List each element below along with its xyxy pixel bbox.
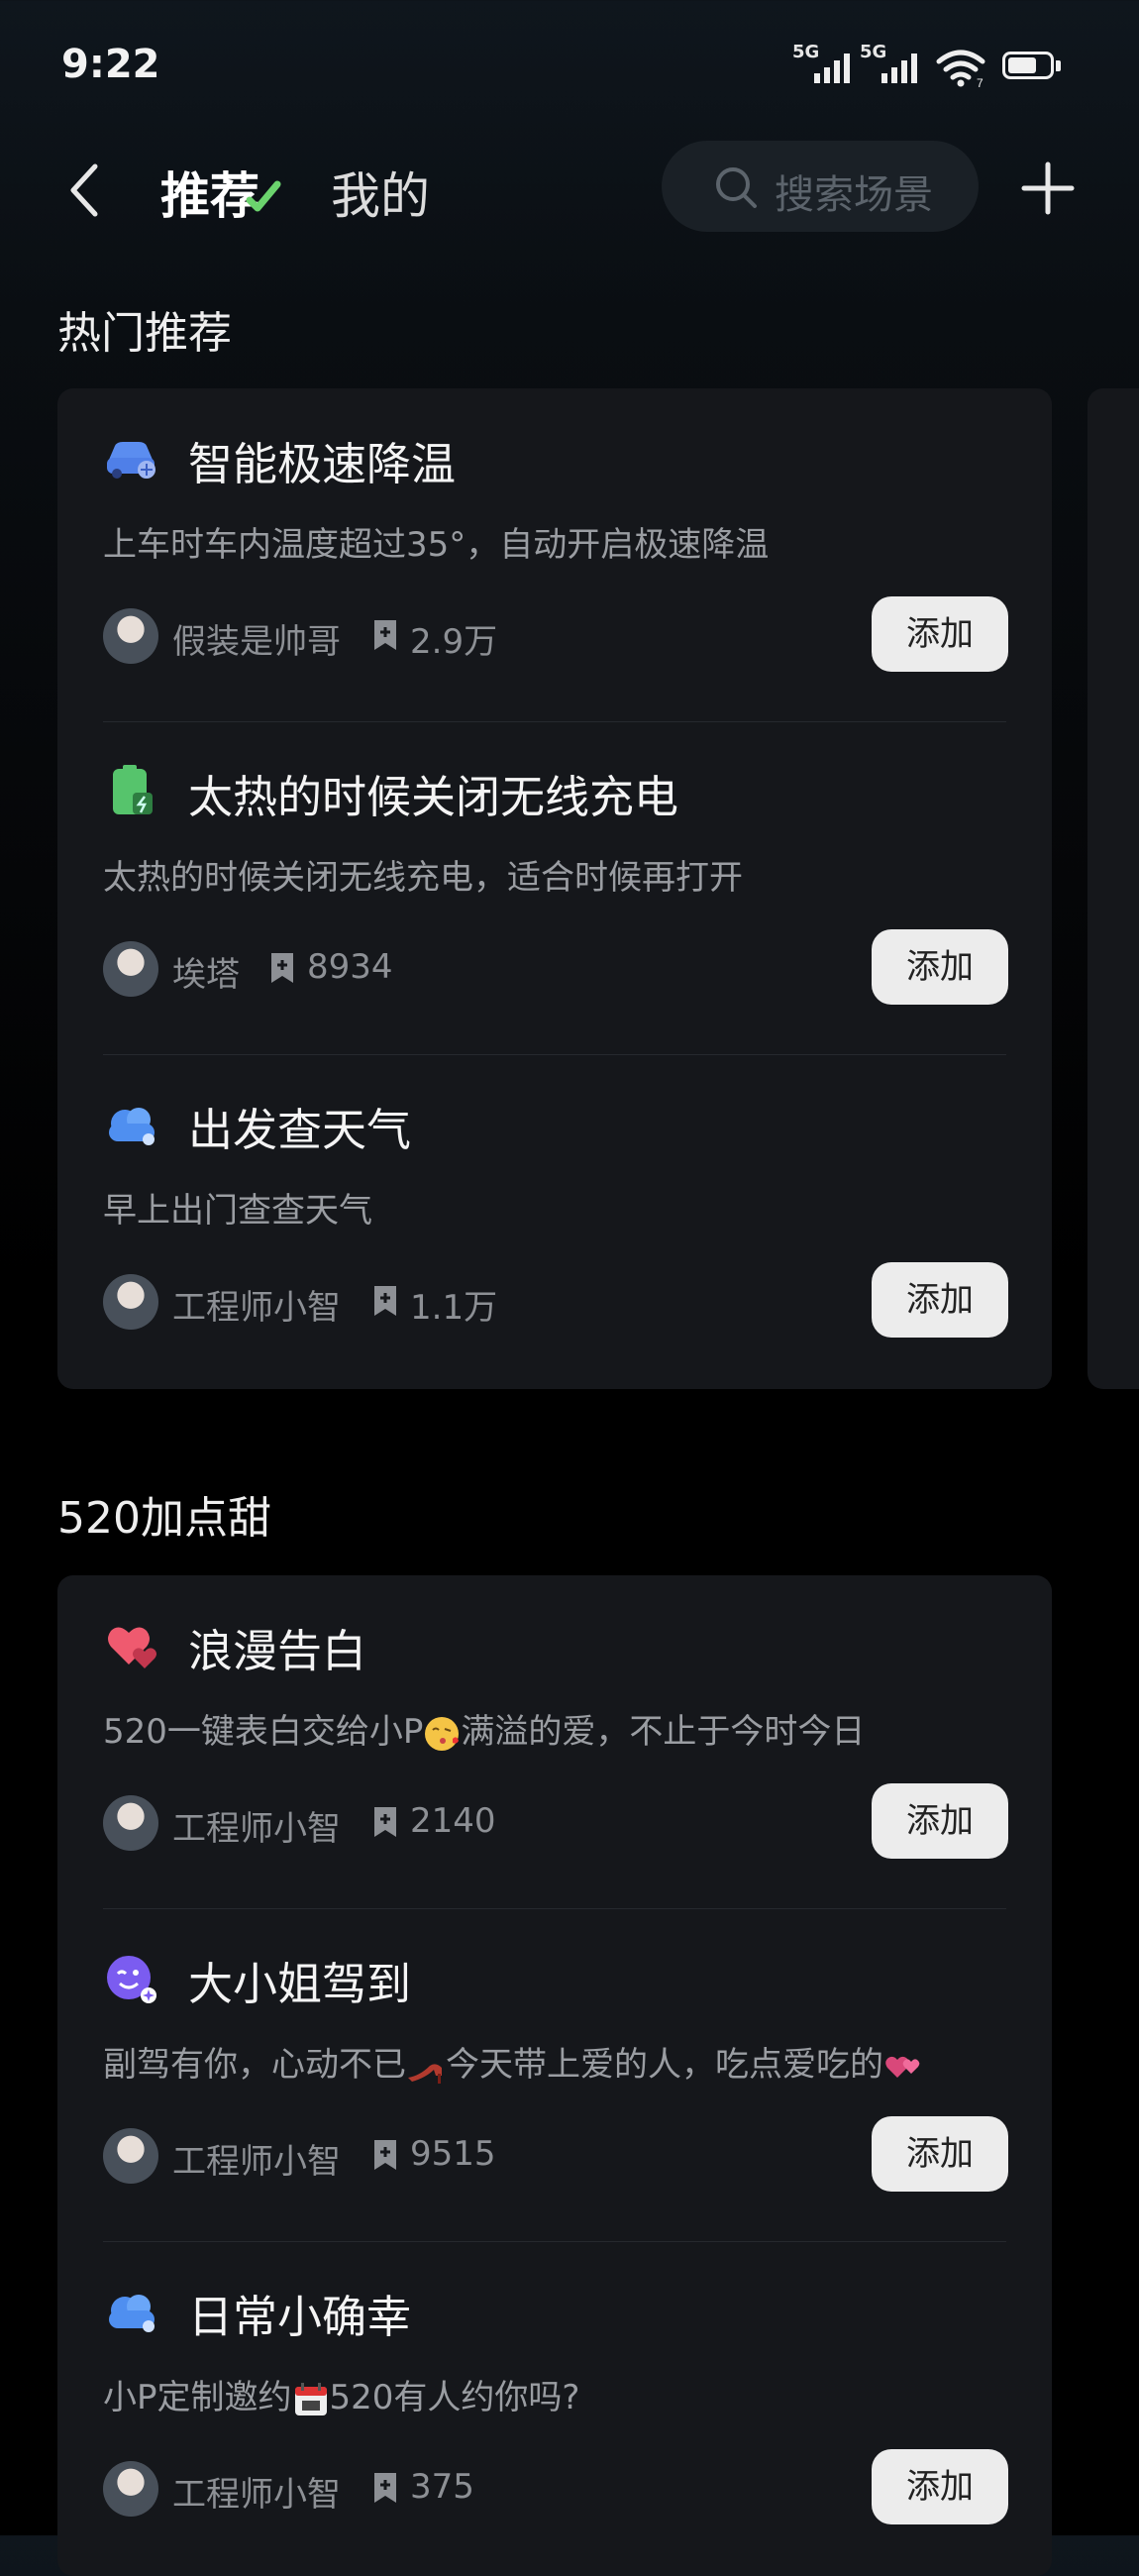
desc-part: 520一键表白交给小P xyxy=(103,1712,424,1752)
desc-part: 小P定制邀约 xyxy=(103,2378,292,2417)
item-title: 智能极速降温 xyxy=(188,438,457,490)
check-icon xyxy=(246,180,281,212)
search-placeholder: 搜索场景 xyxy=(775,172,933,218)
item-author: 假装是帅哥 xyxy=(172,622,341,662)
item-desc: 上车时车内温度超过35°，自动开启极速降温 xyxy=(103,525,770,565)
avatar xyxy=(103,608,158,664)
item-title: 日常小确幸 xyxy=(188,2291,412,2343)
wifi-icon: 7 xyxy=(936,50,985,87)
next-card-peek[interactable] xyxy=(1087,388,1139,1389)
cloud-icon xyxy=(109,1108,155,1145)
scene-card: 智能极速降温 上车时车内温度超过35°，自动开启极速降温 假装是帅哥 2.9万 … xyxy=(57,388,1052,1389)
bookmark-icon xyxy=(374,620,396,650)
desc-part: 520有人约你吗? xyxy=(329,2378,580,2417)
add-button[interactable]: 添加 xyxy=(872,1783,1008,1859)
item-title: 出发查天气 xyxy=(188,1104,412,1156)
item-author: 埃塔 xyxy=(172,955,240,995)
add-button[interactable]: 添加 xyxy=(872,596,1008,672)
bookmark-icon xyxy=(271,953,293,983)
signal-bars-icon xyxy=(814,54,850,83)
list-item[interactable]: 太热的时候关闭无线充电 太热的时候关闭无线充电，适合时候再打开 埃塔 8934 … xyxy=(57,721,1052,1054)
section-title-hot: 热门推荐 xyxy=(57,308,232,359)
item-title: 大小姐驾到 xyxy=(188,1958,412,2010)
hearts-icon xyxy=(108,1627,156,1668)
car-icon xyxy=(107,442,155,479)
back-icon[interactable] xyxy=(65,161,105,220)
add-button[interactable]: 添加 xyxy=(872,1262,1008,1338)
cloud-icon xyxy=(109,2295,155,2332)
bookmark-icon xyxy=(374,1807,396,1837)
status-bar: 9:22 5G 5G 7 xyxy=(0,0,1139,129)
avatar xyxy=(103,1274,158,1330)
list-item[interactable]: 浪漫告白 520一键表白交给小P 满溢的爱，不止于今时今日 工程师小智 2140… xyxy=(57,1575,1052,1908)
signal-bars-icon xyxy=(881,54,917,83)
item-save-count: 8934 xyxy=(307,947,393,987)
item-author: 工程师小智 xyxy=(172,2475,341,2515)
item-title: 太热的时候关闭无线充电 xyxy=(188,771,679,823)
battery-charge-icon xyxy=(113,765,153,814)
plus-icon[interactable] xyxy=(1020,161,1076,216)
list-item[interactable]: 出发查天气 早上出门查查天气 工程师小智 1.1万 添加 xyxy=(57,1054,1052,1387)
tab-mine[interactable]: 我的 xyxy=(331,157,430,228)
desc-part: 副驾有你，心动不已 xyxy=(103,2045,406,2085)
tab-recommend[interactable]: 推荐 xyxy=(160,157,281,228)
bookmark-icon xyxy=(374,1286,396,1316)
list-item[interactable]: 日常小确幸 小P定制邀约 520有人约你吗? 工程师小智 375 添加 xyxy=(57,2241,1052,2574)
calendar-emoji-icon xyxy=(294,2382,327,2415)
item-title: 浪漫告白 xyxy=(188,1625,367,1677)
battery-icon xyxy=(1002,52,1064,83)
scene-card: 浪漫告白 520一键表白交给小P 满溢的爱，不止于今时今日 工程师小智 2140… xyxy=(57,1575,1052,2576)
avatar xyxy=(103,2128,158,2184)
add-button[interactable]: 添加 xyxy=(872,2449,1008,2524)
item-save-count: 2140 xyxy=(410,1801,496,1841)
avatar xyxy=(103,1795,158,1851)
status-time: 9:22 xyxy=(61,42,160,87)
kiss-emoji-icon xyxy=(425,1716,460,1751)
item-author: 工程师小智 xyxy=(172,2142,341,2182)
search-icon xyxy=(716,167,757,208)
bookmark-icon xyxy=(374,2140,396,2170)
list-item[interactable]: 智能极速降温 上车时车内温度超过35°，自动开启极速降温 假装是帅哥 2.9万 … xyxy=(57,388,1052,721)
item-desc: 早上出门查查天气 xyxy=(103,1191,372,1231)
item-author: 工程师小智 xyxy=(172,1809,341,1849)
tab-recommend-label: 推荐 xyxy=(160,167,259,225)
add-button[interactable]: 添加 xyxy=(872,929,1008,1005)
list-item[interactable]: 大小姐驾到 副驾有你，心动不已 今天带上爱的人，吃点爱吃的 工程师小智 9515… xyxy=(57,1908,1052,2241)
search-input[interactable]: 搜索场景 xyxy=(662,141,979,232)
add-button[interactable]: 添加 xyxy=(872,2116,1008,2192)
avatar xyxy=(103,941,158,997)
two-hearts-emoji-icon xyxy=(885,2056,920,2078)
item-save-count: 1.1万 xyxy=(410,1288,498,1328)
item-desc: 520一键表白交给小P 满溢的爱，不止于今时今日 xyxy=(103,1704,865,1753)
high-heel-emoji-icon xyxy=(408,2063,442,2084)
item-save-count: 2.9万 xyxy=(410,622,498,662)
section-title-520: 520加点甜 xyxy=(57,1493,271,1544)
item-desc: 小P定制邀约 520有人约你吗? xyxy=(103,2370,579,2418)
wink-face-icon xyxy=(107,1956,156,2003)
svg-text:7: 7 xyxy=(977,76,984,87)
avatar xyxy=(103,2461,158,2517)
desc-part: 今天带上爱的人，吃点爱吃的 xyxy=(446,2045,883,2085)
item-author: 工程师小智 xyxy=(172,1288,341,1328)
item-save-count: 9515 xyxy=(410,2134,496,2174)
item-desc: 太热的时候关闭无线充电，适合时候再打开 xyxy=(103,858,743,898)
desc-part: 满溢的爱，不止于今时今日 xyxy=(461,1712,866,1752)
bookmark-icon xyxy=(374,2473,396,2503)
item-save-count: 375 xyxy=(410,2467,474,2507)
item-desc: 副驾有你，心动不已 今天带上爱的人，吃点爱吃的 xyxy=(103,2037,923,2086)
